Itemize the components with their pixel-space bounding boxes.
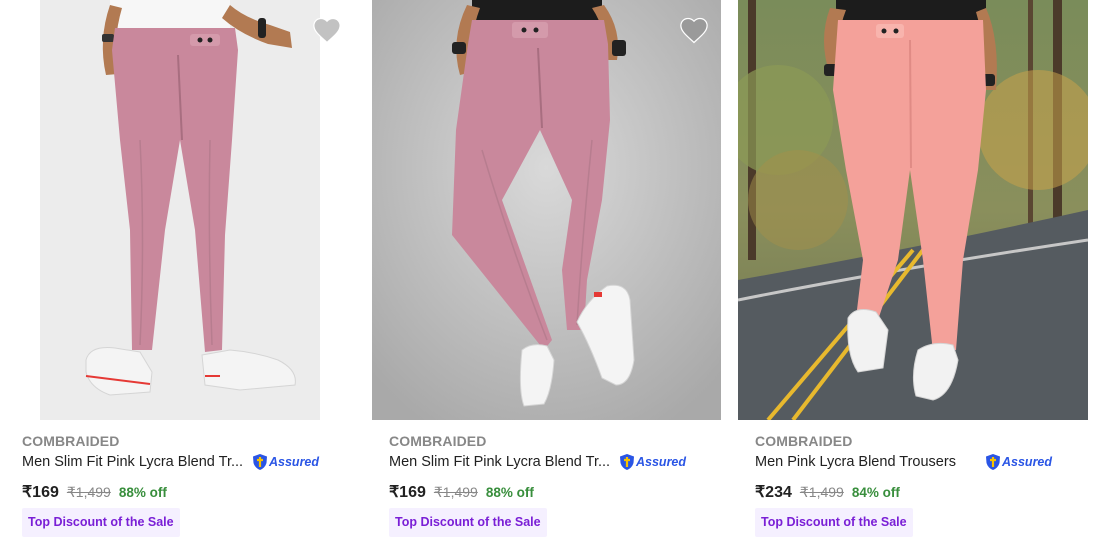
price-row: ₹169 ₹1,499 88% off [389, 482, 534, 502]
discount-percent: 84% off [851, 485, 900, 500]
original-price: ₹1,499 [799, 484, 844, 500]
wishlist-heart-icon[interactable] [312, 16, 342, 44]
assured-badge[interactable]: Assured [985, 453, 1052, 471]
discount-percent: 88% off [118, 485, 167, 500]
price-row: ₹234 ₹1,499 84% off [755, 482, 900, 502]
selling-price: ₹234 [755, 484, 792, 501]
original-price: ₹1,499 [66, 484, 111, 500]
selling-price: ₹169 [22, 484, 59, 501]
product-title[interactable]: Men Pink Lycra Blend Trousers [755, 454, 956, 470]
selling-price: ₹169 [389, 484, 426, 501]
product-title[interactable]: Men Slim Fit Pink Lycra Blend Tr... [22, 454, 243, 470]
product-brand: COMBRAIDED [389, 433, 487, 449]
assured-label: Assured [1002, 455, 1053, 469]
offer-tag: Top Discount of the Sale [22, 508, 180, 537]
product-brand: COMBRAIDED [22, 433, 120, 449]
product-card[interactable]: COMBRAIDED Men Slim Fit Pink Lycra Blend… [372, 0, 741, 545]
assured-label: Assured [269, 455, 320, 469]
product-title[interactable]: Men Slim Fit Pink Lycra Blend Tr... [389, 454, 610, 470]
assured-shield-icon [620, 454, 634, 470]
product-image[interactable] [372, 0, 721, 420]
wishlist-heart-icon[interactable] [679, 16, 709, 44]
assured-shield-icon [253, 454, 267, 470]
product-card[interactable]: COMBRAIDED Men Pink Lycra Blend Trousers… [738, 0, 1107, 545]
offer-tag: Top Discount of the Sale [755, 508, 913, 537]
product-brand: COMBRAIDED [755, 433, 853, 449]
price-row: ₹169 ₹1,499 88% off [22, 482, 167, 502]
product-image[interactable] [738, 0, 1088, 420]
assured-badge[interactable]: Assured [619, 453, 686, 471]
assured-label: Assured [636, 455, 687, 469]
assured-badge[interactable]: Assured [252, 453, 319, 471]
product-card[interactable]: COMBRAIDED Men Slim Fit Pink Lycra Blend… [22, 0, 374, 545]
discount-percent: 88% off [485, 485, 534, 500]
assured-shield-icon [986, 454, 1000, 470]
offer-tag: Top Discount of the Sale [389, 508, 547, 537]
original-price: ₹1,499 [433, 484, 478, 500]
product-image[interactable] [40, 0, 320, 420]
